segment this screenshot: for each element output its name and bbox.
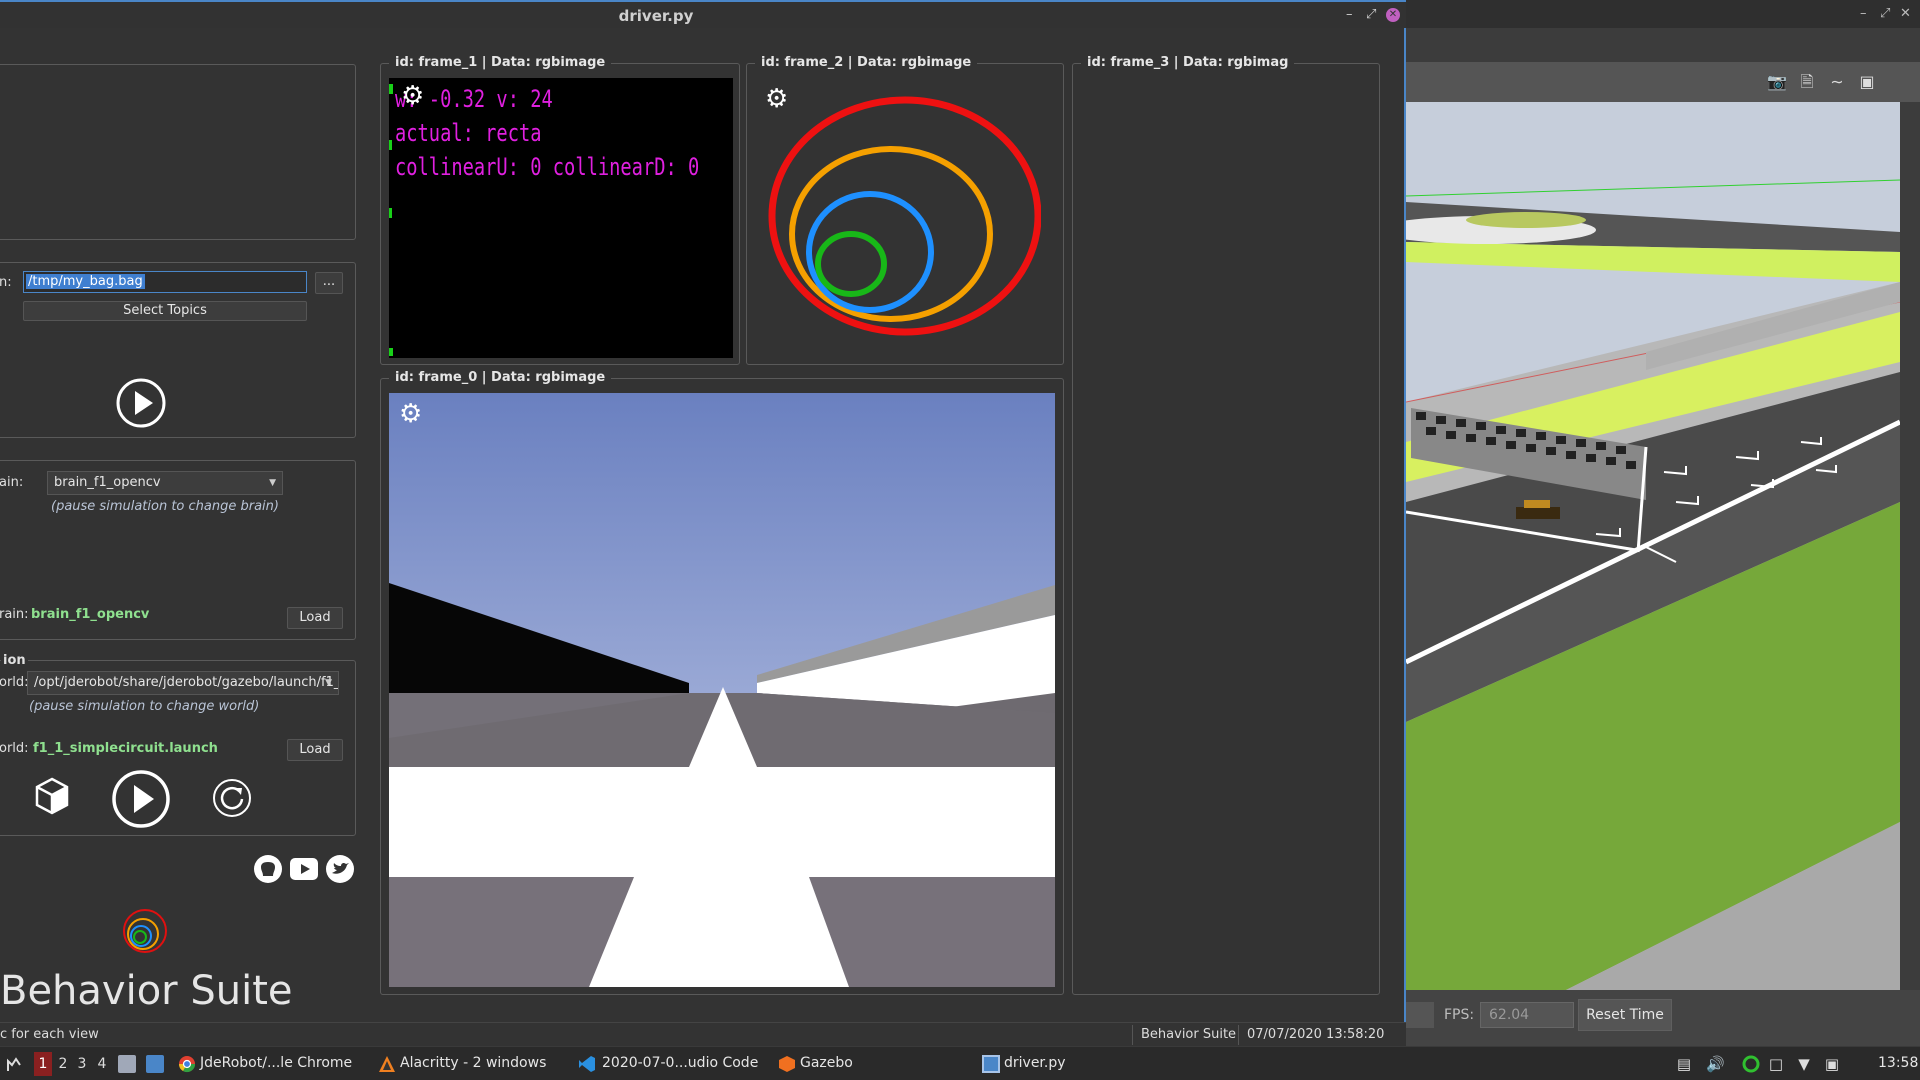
gazebo-bottom-bar: FPS: 62.04 Reset Time <box>1406 990 1920 1046</box>
frame-3-title: id: frame_3 | Data: rgbimag <box>1081 55 1295 70</box>
fps-label: FPS: <box>1444 1007 1475 1023</box>
frame-1-panel: id: frame_1 | Data: rgbimage w: -0.32 v:… <box>380 55 740 365</box>
taskbar-app-gazebo[interactable]: Gazebo <box>800 1055 853 1071</box>
maximize-icon[interactable]: ⤢ <box>1880 6 1890 21</box>
brain-panel: ain: brain_f1_opencv ▼ (pause simulation… <box>0 460 356 640</box>
brain-label: ain: <box>0 475 24 490</box>
volume-icon[interactable]: 🔊 <box>1706 1056 1725 1072</box>
current-world-value: f1_1_simplecircuit.launch <box>33 741 218 756</box>
simulation-panel: ion orld: /opt/jderobot/share/jderobot/g… <box>0 653 356 836</box>
frame-2-rings-image <box>768 96 1041 336</box>
record-play-icon[interactable] <box>115 377 167 429</box>
brain-note: (pause simulation to change brain) <box>51 499 279 514</box>
minimize-icon[interactable]: – <box>1346 7 1353 22</box>
chevron-down-icon: ▼ <box>269 478 276 488</box>
circuit-render <box>1406 102 1900 990</box>
plot-icon[interactable]: ∼ <box>1826 72 1848 92</box>
workspace-2[interactable]: 2 <box>54 1052 72 1076</box>
github-icon[interactable] <box>253 854 283 884</box>
start-menu-icon[interactable] <box>4 1055 24 1075</box>
vscode-icon <box>579 1056 595 1072</box>
sync-status-icon[interactable] <box>1742 1055 1760 1073</box>
gazebo-3d-scene[interactable] <box>1406 102 1900 990</box>
frame-0-title: id: frame_0 | Data: rgbimage <box>389 370 612 385</box>
frame-2-panel: id: frame_2 | Data: rgbimage ⚙ <box>746 55 1064 365</box>
frame-0-gear-icon[interactable]: ⚙ <box>399 401 425 427</box>
frame-3-panel: id: frame_3 | Data: rgbimag <box>1072 55 1380 995</box>
frame-0-panel: id: frame_0 | Data: rgbimage ⚙ <box>380 370 1064 995</box>
status-app-name: Behavior Suite <box>1132 1025 1236 1045</box>
close-icon[interactable]: ✕ <box>1900 6 1911 21</box>
frame-0-camera-image <box>389 393 1055 987</box>
driver-window: driver.py – ⤢ ✕ : n: /tmp/my_bag.bag ...… <box>0 0 1406 1046</box>
chrome-icon <box>178 1056 196 1073</box>
taskbar: 1 2 3 4 JdeRobot/...le Chrome Alacritty … <box>0 1046 1920 1080</box>
frame-1-overlay-text: w: -0.32 v: 24 actual: recta collinearU:… <box>395 85 700 181</box>
camera-icon[interactable]: 📷 <box>1766 72 1788 92</box>
taskbar-app-alacritty[interactable]: Alacritty - 2 windows <box>400 1055 546 1071</box>
taskbar-app-chrome[interactable]: JdeRobot/...le Chrome <box>200 1055 352 1071</box>
maximize-icon[interactable]: ⤢ <box>1366 7 1376 22</box>
reset-simulation-icon[interactable] <box>211 777 253 819</box>
workspace-4[interactable]: 4 <box>93 1052 111 1076</box>
status-datetime: 07/07/2020 13:58:20 <box>1238 1025 1384 1045</box>
current-world-label: orld: <box>0 741 29 756</box>
file-manager-icon[interactable] <box>118 1055 136 1073</box>
minimize-icon[interactable]: – <box>1860 6 1867 21</box>
close-icon[interactable]: ✕ <box>1386 8 1400 22</box>
world-label: orld: <box>0 675 29 690</box>
suite-title: Behavior Suite <box>0 968 293 1014</box>
select-topics-button[interactable]: Select Topics <box>23 301 307 321</box>
gazebo-window: – ⤢ ✕ 📷 🗎 ∼ ▣ FPS: 62.04 Reset Time <box>1406 0 1920 1046</box>
gazebo-icon <box>779 1056 795 1072</box>
frame-1-title: id: frame_1 | Data: rgbimage <box>389 55 612 70</box>
fps-value: 62.04 <box>1480 1002 1574 1028</box>
gazebo-toolbar: 📷 🗎 ∼ ▣ <box>1406 62 1920 102</box>
load-world-button[interactable]: Load <box>287 739 343 761</box>
current-brain-label: rain: <box>0 607 29 622</box>
chevron-down-icon: ▼ <box>325 678 332 688</box>
youtube-icon[interactable] <box>289 854 319 884</box>
show-desktop-icon[interactable] <box>146 1055 164 1073</box>
status-message: c for each view <box>0 1027 99 1042</box>
bag-path-input[interactable]: /tmp/my_bag.bag <box>23 271 307 293</box>
workspace-1[interactable]: 1 <box>34 1052 52 1076</box>
play-simulation-icon[interactable] <box>111 769 171 829</box>
clock: 13:58 <box>1878 1055 1919 1071</box>
simulation-section-label: ion <box>1 653 28 668</box>
window-title: driver.py <box>618 7 694 25</box>
frame-2-title: id: frame_2 | Data: rgbimage <box>755 55 978 70</box>
taskbar-app-vscode[interactable]: 2020-07-0...udio Code <box>602 1055 758 1071</box>
log-icon[interactable]: 🗎 <box>1796 72 1818 92</box>
recorder-panel: : n: /tmp/my_bag.bag ... Select Topics <box>0 255 356 438</box>
window-icon <box>982 1055 1000 1073</box>
video-icon[interactable]: ▣ <box>1856 72 1878 92</box>
world-combo[interactable]: /opt/jderobot/share/jderobot/gazebo/laun… <box>27 671 339 695</box>
current-brain-value: brain_f1_opencv <box>31 607 150 622</box>
notes-icon[interactable]: □ <box>1768 1056 1784 1072</box>
gazebo-gui-icon[interactable] <box>35 777 69 815</box>
load-brain-button[interactable]: Load <box>287 607 343 629</box>
wifi-icon[interactable]: ▼ <box>1796 1056 1812 1072</box>
reset-time-button[interactable]: Reset Time <box>1578 999 1672 1031</box>
driver-titlebar: driver.py – ⤢ ✕ <box>0 0 1406 28</box>
sim-time-field <box>1406 1002 1434 1028</box>
world-note: (pause simulation to change world) <box>29 699 260 714</box>
workspace-3[interactable]: 3 <box>73 1052 91 1076</box>
behavior-suite-logo-icon <box>123 909 167 953</box>
browse-button[interactable]: ... <box>315 272 343 294</box>
brain-combo[interactable]: brain_f1_opencv ▼ <box>47 471 283 495</box>
status-bar: c for each view Behavior Suite 07/07/202… <box>0 1022 1406 1046</box>
alacritty-icon <box>379 1056 395 1072</box>
frame-1-gear-icon[interactable]: ⚙ <box>401 83 427 109</box>
frame-1-image: w: -0.32 v: 24 actual: recta collinearU:… <box>389 78 733 358</box>
empty-panel <box>0 64 356 240</box>
clipboard-icon[interactable]: ▤ <box>1676 1056 1692 1072</box>
gazebo-titlebar: – ⤢ ✕ <box>1406 0 1920 28</box>
frame-2-gear-icon[interactable]: ⚙ <box>765 86 791 112</box>
twitter-icon[interactable] <box>325 854 355 884</box>
path-label: n: <box>0 275 12 290</box>
taskbar-app-driver[interactable]: driver.py <box>1004 1055 1066 1071</box>
bag-icon[interactable]: ▣ <box>1824 1056 1840 1072</box>
